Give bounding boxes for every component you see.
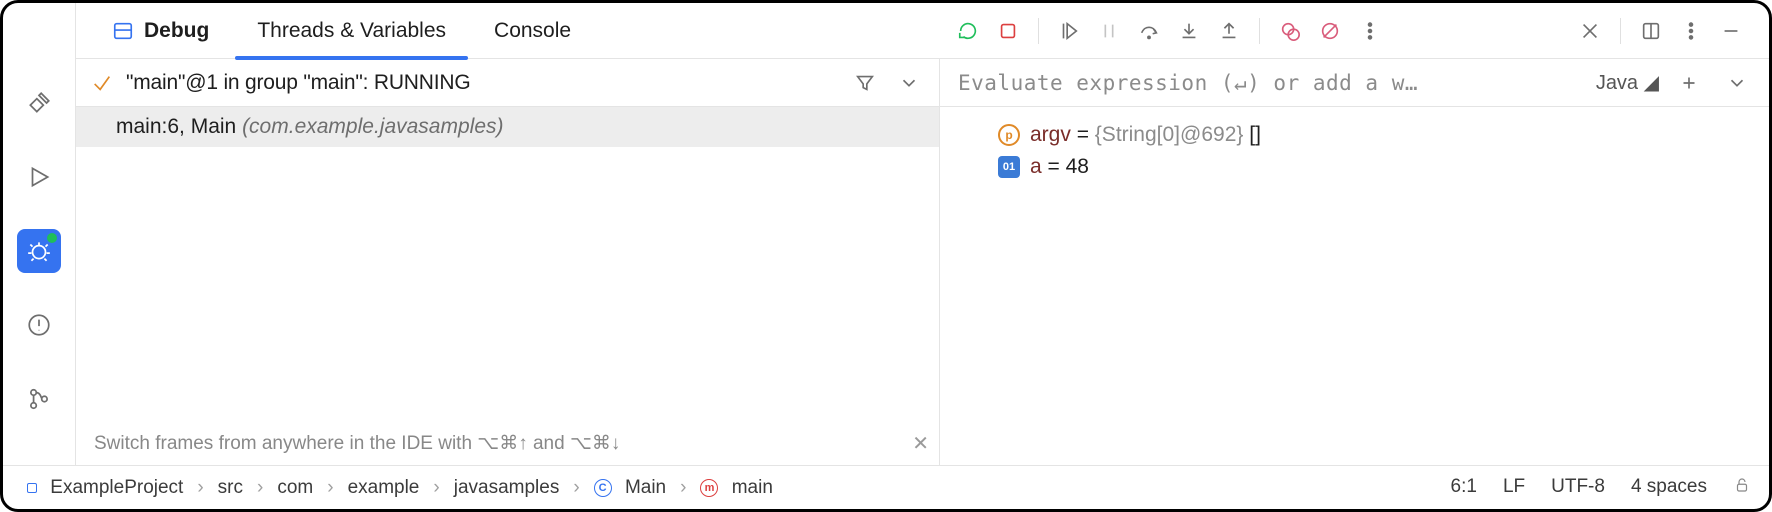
readonly-lock-icon[interactable] (1733, 476, 1751, 500)
tab-debug[interactable]: Debug (90, 3, 231, 59)
line-separator[interactable]: LF (1503, 476, 1525, 500)
step-into-button[interactable] (1169, 13, 1209, 49)
breadcrumb-com[interactable]: com (271, 477, 319, 499)
close-panel-icon[interactable] (1570, 13, 1610, 49)
minimize-icon[interactable] (1711, 13, 1751, 49)
tab-threads-label: Threads & Variables (257, 19, 446, 43)
variable-value: 48 (1066, 155, 1089, 178)
stop-button[interactable] (988, 13, 1028, 49)
breadcrumb-javasamples[interactable]: javasamples (448, 477, 566, 499)
status-bar: ExampleProject › src › com › example › j… (3, 465, 1769, 509)
class-icon: C (594, 479, 612, 497)
vars-dropdown-icon[interactable] (1717, 65, 1757, 101)
resume-button[interactable] (1049, 13, 1089, 49)
rerun-button[interactable] (948, 13, 988, 49)
thread-status-icon (90, 65, 114, 101)
variables-list[interactable]: p argv = {String[0]@692} [] 01 a = 48 (940, 107, 1769, 465)
pause-button (1089, 13, 1129, 49)
breadcrumb-sep: › (193, 477, 207, 499)
variable-row[interactable]: 01 a = 48 (958, 151, 1751, 183)
tip-close-icon[interactable]: ✕ (912, 431, 929, 456)
variable-row[interactable]: p argv = {String[0]@692} [] (958, 119, 1751, 151)
problems-tool-icon[interactable] (17, 303, 61, 347)
frames-pane: "main"@1 in group "main": RUNNING main:6… (76, 59, 940, 465)
caret-position[interactable]: 6:1 (1451, 476, 1477, 500)
variable-name: argv (1030, 123, 1071, 146)
frame-method: main:6, Main (116, 115, 242, 138)
param-badge-icon: p (998, 124, 1020, 146)
filter-icon[interactable] (845, 65, 885, 101)
view-breakpoints-button[interactable] (1270, 13, 1310, 49)
evaluation-language[interactable]: Java ◢ (1596, 70, 1659, 95)
debug-tabbar: Debug Threads & Variables Console (76, 3, 1769, 59)
variables-pane: Evaluate expression (↵) or add a w… Java… (940, 59, 1769, 465)
module-icon (27, 483, 37, 493)
left-tool-rail (3, 3, 75, 465)
variable-ref: {String[0]@692} (1095, 123, 1249, 146)
tip-text: Switch frames from anywhere in the IDE w… (94, 432, 620, 455)
step-over-button[interactable] (1129, 13, 1169, 49)
breadcrumb-project[interactable]: ExampleProject (21, 477, 189, 499)
vcs-tool-icon[interactable] (17, 377, 61, 421)
breadcrumb-method[interactable]: m main (694, 477, 778, 499)
primitive-badge-icon: 01 (998, 156, 1020, 178)
breadcrumb-class[interactable]: C Main (588, 477, 672, 499)
breadcrumb-src[interactable]: src (212, 477, 249, 499)
options-menu-icon[interactable] (1671, 13, 1711, 49)
variable-value: [] (1249, 123, 1261, 146)
mute-breakpoints-button[interactable] (1310, 13, 1350, 49)
more-menu-icon[interactable] (1350, 13, 1390, 49)
layout-icon (112, 20, 134, 42)
active-indicator-dot (47, 233, 57, 243)
separator (1620, 18, 1621, 44)
frames-list[interactable]: main:6, Main (com.example.javasamples) (76, 107, 939, 421)
add-watch-icon[interactable] (1669, 65, 1709, 101)
method-icon: m (700, 479, 718, 497)
file-encoding[interactable]: UTF-8 (1551, 476, 1605, 500)
evaluate-expression-input[interactable]: Evaluate expression (↵) or add a w… (958, 71, 1586, 95)
tab-console[interactable]: Console (472, 3, 593, 59)
variable-name: a (1030, 155, 1042, 178)
run-tool-icon[interactable] (17, 155, 61, 199)
tip-row: Switch frames from anywhere in the IDE w… (76, 421, 939, 465)
layout-settings-icon[interactable] (1631, 13, 1671, 49)
frames-dropdown-icon[interactable] (889, 65, 929, 101)
indent-setting[interactable]: 4 spaces (1631, 476, 1707, 500)
step-out-button[interactable] (1209, 13, 1249, 49)
tab-debug-label: Debug (144, 19, 209, 43)
tab-threads-variables[interactable]: Threads & Variables (235, 3, 468, 59)
stack-frame[interactable]: main:6, Main (com.example.javasamples) (76, 107, 939, 147)
separator (1259, 18, 1260, 44)
build-tool-icon[interactable] (17, 81, 61, 125)
frame-package: (com.example.javasamples) (242, 115, 503, 138)
breadcrumb-example[interactable]: example (342, 477, 426, 499)
thread-label: "main"@1 in group "main": RUNNING (126, 71, 470, 95)
debug-tool-icon[interactable] (17, 229, 61, 273)
tab-console-label: Console (494, 19, 571, 43)
separator (1038, 18, 1039, 44)
